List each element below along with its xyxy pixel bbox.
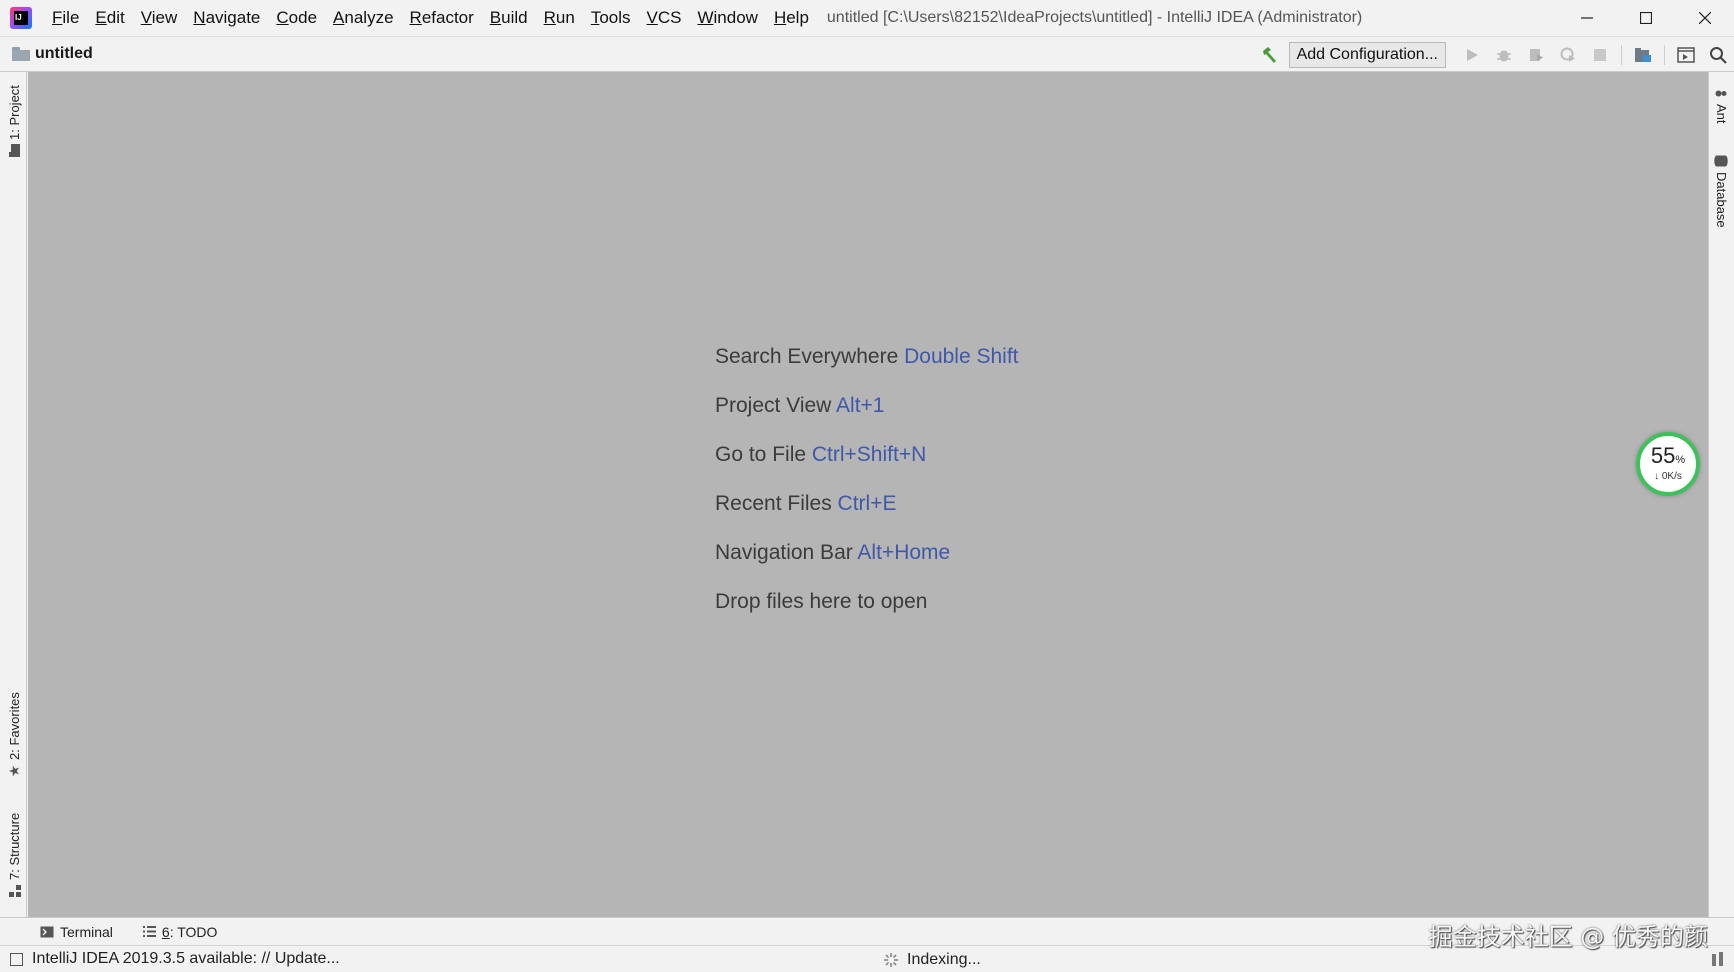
editor-empty-area[interactable]: Search Everywhere Double Shift Project V… [28, 72, 1708, 917]
stop-icon[interactable] [1584, 39, 1616, 71]
search-icon[interactable] [1702, 39, 1734, 71]
tab-todo-number: 6 [161, 923, 170, 940]
ant-icon [1715, 86, 1729, 100]
status-message: IntelliJ IDEA 2019.3.5 available: // Upd… [32, 950, 340, 967]
left-tool-stripe: 1: Project ★ 2: Favorites 7: Structure [0, 72, 27, 917]
tab-project[interactable]: 1: Project [7, 85, 22, 162]
network-speed-widget[interactable]: 55% ↓ 0K/s [1636, 432, 1700, 496]
tab-ant-label: Ant [1714, 104, 1729, 124]
window-title: untitled [C:\Users\82152\IdeaProjects\un… [826, 9, 1363, 26]
tab-terminal[interactable]: Terminal [32, 924, 121, 940]
structure-icon [8, 884, 22, 898]
main-menu: File Edit View Navigate Code Analyze Ref… [44, 0, 817, 36]
add-configuration-button[interactable]: Add Configuration... [1288, 42, 1446, 68]
run-icon[interactable] [1456, 39, 1488, 71]
tab-database[interactable]: Database [1714, 150, 1729, 228]
menu-build[interactable]: Build [482, 0, 536, 36]
terminal-icon [40, 926, 54, 938]
hint-go-to-file: Go to File Ctrl+Shift+N [715, 443, 927, 466]
menu-navigate[interactable]: Navigate [185, 0, 268, 36]
window-controls [1557, 0, 1734, 36]
debug-icon[interactable] [1488, 39, 1520, 71]
tab-structure-label: 7: Structure [7, 812, 22, 880]
menu-analyze[interactable]: Analyze [325, 0, 401, 36]
toolbar-divider [1664, 45, 1665, 65]
speed-rate: ↓ 0K/s [1654, 471, 1682, 482]
project-name: untitled [35, 45, 93, 62]
hammer-icon[interactable] [1253, 39, 1285, 71]
coverage-icon[interactable] [1520, 39, 1552, 71]
hint-project-view: Project View Alt+1 [715, 394, 885, 417]
tab-project-label: 1: Project [7, 85, 22, 140]
tab-structure[interactable]: 7: Structure [7, 813, 22, 902]
menu-edit[interactable]: Edit [87, 0, 132, 36]
memory-indicator-icon[interactable] [1712, 952, 1724, 971]
hint-search-everywhere: Search Everywhere Double Shift [715, 345, 1019, 368]
right-tool-stripe: Ant Database [1708, 72, 1734, 917]
star-icon: ★ [6, 764, 22, 778]
hint-drop-files: Drop files here to open [715, 590, 928, 613]
menu-file[interactable]: File [44, 0, 87, 36]
menu-code[interactable]: Code [268, 0, 325, 36]
tab-todo[interactable]: 6: TODO [135, 924, 226, 940]
folder-icon [12, 47, 30, 61]
speed-percent: 55% [1650, 443, 1686, 468]
tab-favorites[interactable]: ★ 2: Favorites [6, 692, 22, 782]
navigation-bar: untitled Add Configuration... [0, 36, 1734, 72]
folder-icon [8, 144, 22, 158]
minimize-icon[interactable] [1557, 0, 1616, 36]
breadcrumb[interactable]: untitled [12, 45, 93, 63]
toolbar-divider [1621, 45, 1622, 65]
update-notification[interactable]: IntelliJ IDEA 2019.3.5 available: // Upd… [10, 950, 340, 968]
hint-navigation-bar: Navigation Bar Alt+Home [715, 541, 951, 564]
tab-todo-label: : TODO [169, 923, 218, 940]
project-structure-icon[interactable] [1627, 39, 1659, 71]
menu-help[interactable]: Help [766, 0, 817, 36]
menu-window[interactable]: Window [689, 0, 765, 36]
close-icon[interactable] [1675, 0, 1734, 36]
menu-vcs[interactable]: VCS [639, 0, 690, 36]
spinner-icon [883, 952, 899, 968]
tab-favorites-label: 2: Favorites [7, 692, 22, 760]
menu-view[interactable]: View [133, 0, 186, 36]
tab-terminal-label: Terminal [60, 923, 113, 940]
indexing-label: Indexing... [907, 950, 981, 968]
intellij-logo-icon: IJ [10, 7, 32, 29]
main-toolbar: Add Configuration... [1253, 37, 1734, 73]
terminal-window-icon[interactable] [1670, 39, 1702, 71]
menu-tools[interactable]: Tools [583, 0, 639, 36]
tab-ant[interactable]: Ant [1714, 82, 1729, 124]
logo-text: IJ [14, 11, 28, 25]
menu-refactor[interactable]: Refactor [402, 0, 482, 36]
hint-recent-files: Recent Files Ctrl+E [715, 492, 897, 515]
editor-hints: Search Everywhere Double Shift Project V… [715, 340, 1019, 634]
watermark: 掘金技术社区 @ 优秀的颜 [1428, 923, 1708, 951]
menu-run[interactable]: Run [536, 0, 583, 36]
maximize-icon[interactable] [1616, 0, 1675, 36]
toggle-tool-windows-icon[interactable] [10, 952, 23, 966]
todo-list-icon [142, 926, 156, 937]
title-bar: IJ File Edit View Navigate Code Analyze … [0, 0, 1734, 36]
tab-database-label: Database [1714, 172, 1729, 228]
indexing-progress[interactable]: Indexing... [883, 946, 981, 972]
database-icon [1714, 154, 1729, 168]
profile-icon[interactable] [1552, 39, 1584, 71]
